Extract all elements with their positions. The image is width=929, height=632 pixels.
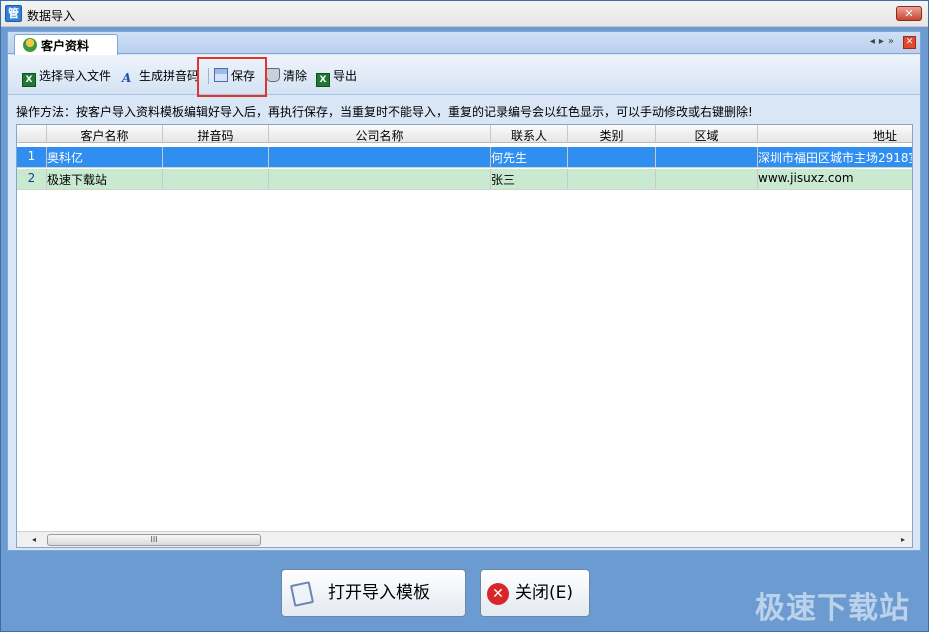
save-highlight-box <box>197 57 267 97</box>
cell-category[interactable] <box>568 147 656 167</box>
cell-customer-name[interactable]: 奥科亿 <box>47 147 163 167</box>
header-company[interactable]: 公司名称 <box>269 125 491 142</box>
cell-company[interactable] <box>269 169 491 189</box>
close-x-icon: ✕ <box>487 583 509 605</box>
row-number: 1 <box>17 147 47 167</box>
cell-address[interactable]: www.jisuxz.com <box>758 169 912 189</box>
cell-customer-name[interactable]: 极速下载站 <box>47 169 163 189</box>
trash-icon <box>266 68 280 82</box>
customer-icon <box>23 38 37 52</box>
document-icon <box>289 581 315 607</box>
tab-customer-data[interactable]: 客户资料 <box>14 34 118 55</box>
instructions-text: 操作方法：按客户导入资料模板编辑好导入后，再执行保存，当重复时不能导入，重复的记… <box>16 105 753 119</box>
header-category[interactable]: 类别 <box>568 125 656 142</box>
cell-region[interactable] <box>656 147 758 167</box>
header-region[interactable]: 区域 <box>656 125 758 142</box>
excel-export-icon: X <box>316 73 330 87</box>
select-file-button[interactable]: X 选择导入文件 <box>22 67 112 87</box>
cell-contact[interactable]: 张三 <box>491 169 568 189</box>
cell-contact[interactable]: 何先生 <box>491 147 568 167</box>
tab-close-icon[interactable]: ✕ <box>903 36 916 49</box>
tab-label: 客户资料 <box>41 39 90 53</box>
horizontal-scrollbar[interactable]: ◂ III ▸ <box>17 531 912 547</box>
tab-strip: 客户资料 ◂▸» ✕ <box>8 32 920 55</box>
footer: 打开导入模板 ✕ 关闭(E) 极速下载站 <box>1 553 928 631</box>
close-label: 关闭(E) <box>515 583 574 603</box>
row-number: 2 <box>17 169 47 189</box>
table-row[interactable]: 2 极速下载站 张三 www.jisuxz.com <box>17 169 912 190</box>
cell-pinyin[interactable] <box>163 147 269 167</box>
data-grid[interactable]: 客户名称 拼音码 公司名称 联系人 类别 区域 地址 1 奥科亿 何先生 深圳市… <box>16 124 913 548</box>
header-contact[interactable]: 联系人 <box>491 125 568 142</box>
cell-company[interactable] <box>269 147 491 167</box>
main-panel: 客户资料 ◂▸» ✕ X 选择导入文件 A 生成拼音码 保存 清除 X 导出 操… <box>7 31 921 551</box>
tab-prev-icon[interactable]: ◂ <box>870 36 879 47</box>
scroll-left-icon[interactable]: ◂ <box>27 533 41 547</box>
scroll-right-icon[interactable]: ▸ <box>896 533 910 547</box>
tab-nav: ◂▸» <box>870 36 898 47</box>
cell-address[interactable]: 深圳市福田区城市主场2918室 <box>758 147 912 167</box>
cell-category[interactable] <box>568 169 656 189</box>
title-bar: 管 数据导入 ✕ <box>1 1 928 27</box>
scroll-thumb[interactable]: III <box>47 534 261 546</box>
table-row[interactable]: 1 奥科亿 何先生 深圳市福田区城市主场2918室 <box>17 147 912 168</box>
open-template-label: 打开导入模板 <box>328 583 430 603</box>
app-icon: 管 <box>5 5 22 22</box>
open-template-button[interactable]: 打开导入模板 <box>281 569 466 617</box>
header-address[interactable]: 地址 <box>758 125 912 142</box>
excel-icon: X <box>22 73 36 87</box>
letter-a-icon: A <box>122 71 132 85</box>
window-close-button[interactable]: ✕ <box>896 6 922 21</box>
gen-pinyin-label: 生成拼音码 <box>139 69 200 83</box>
cell-pinyin[interactable] <box>163 169 269 189</box>
tab-more-icon[interactable]: » <box>888 36 898 47</box>
clear-label: 清除 <box>283 69 308 83</box>
header-pinyin[interactable]: 拼音码 <box>163 125 269 142</box>
tab-next-icon[interactable]: ▸ <box>879 36 888 47</box>
window-title: 数据导入 <box>27 9 76 23</box>
export-button[interactable]: X 导出 <box>316 67 358 87</box>
cell-region[interactable] <box>656 169 758 189</box>
header-customer-name[interactable]: 客户名称 <box>47 125 163 142</box>
close-button[interactable]: ✕ 关闭(E) <box>480 569 590 617</box>
watermark-logo: 极速下载站 <box>755 591 910 626</box>
import-window: 管 数据导入 ✕ 客户资料 ◂▸» ✕ X选择导入文件 A生成拼音码 保存 <box>0 0 929 632</box>
grid-header: 客户名称 拼音码 公司名称 联系人 类别 区域 地址 <box>17 125 912 143</box>
gen-pinyin-button[interactable]: A 生成拼音码 <box>122 67 199 85</box>
toolbar: X 选择导入文件 A 生成拼音码 保存 清除 X 导出 <box>8 55 920 95</box>
export-label: 导出 <box>333 69 358 83</box>
select-file-label: 选择导入文件 <box>39 69 112 83</box>
clear-button[interactable]: 清除 <box>266 67 307 85</box>
header-rownum <box>17 125 47 142</box>
